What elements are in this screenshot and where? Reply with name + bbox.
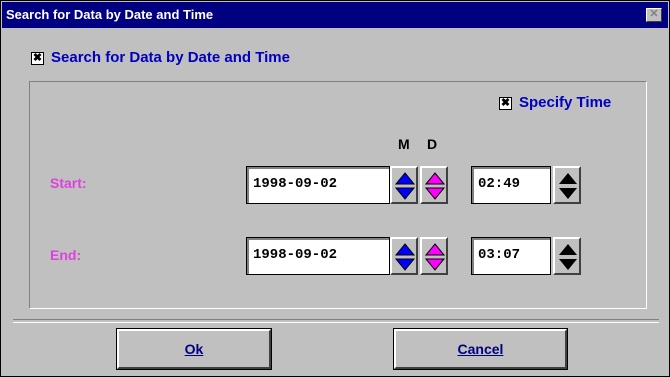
end-month-spinner-icon [394, 243, 416, 271]
end-time-field[interactable]: 03:07 [471, 237, 551, 275]
end-month-spinner[interactable] [390, 237, 418, 275]
end-time-spinner-icon [559, 244, 577, 270]
start-month-spinner-icon [394, 172, 416, 200]
start-time-spinner-icon [559, 173, 577, 199]
specify-time-checkbox-mark: ✖ [500, 97, 511, 109]
cancel-button[interactable]: Cancel [393, 328, 568, 370]
search-checkbox-label[interactable]: Search for Data by Date and Time [51, 49, 290, 66]
search-checkbox[interactable]: ✖ [31, 52, 44, 65]
start-month-spinner[interactable] [390, 166, 418, 204]
start-label: Start: [50, 175, 87, 191]
end-date-field[interactable]: 1998-09-02 [246, 237, 390, 275]
end-time-spinner[interactable] [553, 237, 581, 275]
start-day-spinner[interactable] [420, 166, 448, 204]
window-title: Search for Data by Date and Time [6, 7, 214, 22]
title-bar: Search for Data by Date and Time ✕ [2, 2, 668, 28]
start-time-spinner[interactable] [553, 166, 581, 204]
month-spinner-header: M [398, 136, 410, 152]
day-spinner-header: D [427, 136, 438, 152]
dialog-window: Search for Data by Date and Time ✕ ✖ Sea… [0, 0, 670, 377]
end-day-spinner-icon [424, 243, 446, 271]
specify-time-checkbox[interactable]: ✖ [499, 97, 512, 110]
end-label: End: [50, 247, 82, 263]
ok-button[interactable]: Ok [116, 328, 272, 370]
start-time-field[interactable]: 02:49 [471, 166, 551, 204]
close-button[interactable]: ✕ [646, 8, 662, 22]
specify-time-label[interactable]: Specify Time [519, 94, 611, 111]
button-separator [13, 319, 659, 323]
close-icon: ✕ [649, 8, 659, 20]
search-panel: ✖ Specify Time M D Start: 1998-09-02 02:… [29, 81, 647, 309]
start-date-field[interactable]: 1998-09-02 [246, 166, 390, 204]
end-day-spinner[interactable] [420, 237, 448, 275]
start-day-spinner-icon [424, 172, 446, 200]
search-checkbox-mark: ✖ [32, 52, 43, 64]
